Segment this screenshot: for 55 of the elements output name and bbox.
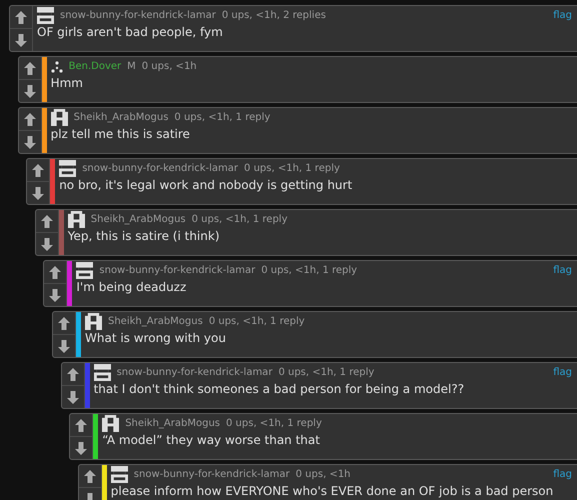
upvote-icon: [58, 316, 70, 330]
downvote-icon: [58, 340, 70, 352]
flag-link[interactable]: flag: [553, 367, 572, 378]
comment-meta: 0 ups, <1h, 1 reply: [208, 316, 305, 327]
flag-link[interactable]: flag: [553, 10, 572, 21]
downvote-icon: [40, 238, 53, 250]
comment-meta: 0 ups, <1h, 2 replies: [222, 10, 326, 21]
comment-text: no bro, it's legal work and nobody is getting hurt: [59, 178, 354, 193]
comment-meta: 0 ups, <1h, 1 reply: [192, 214, 288, 225]
username[interactable]: Sheikh_ArabMogus: [74, 112, 168, 123]
comment-text: What is wrong with you: [85, 331, 227, 346]
comment-meta: 0 ups, <1h: [142, 61, 197, 72]
username[interactable]: snow-bunny-for-kendrick-lamar: [116, 367, 272, 378]
downvote-icon: [75, 442, 88, 454]
comment-text: I'm being deaduzz: [76, 280, 188, 295]
upvote-icon: [24, 62, 36, 74]
comment-text: OF girls aren't bad people, fym: [37, 25, 224, 40]
flag-link[interactable]: flag: [553, 265, 572, 276]
username[interactable]: Sheikh_ArabMogus: [90, 214, 186, 225]
username[interactable]: snow-bunny-for-kendrick-lamar: [82, 163, 238, 174]
username[interactable]: Ben.Dover: [68, 61, 122, 72]
comment-text: Hmm: [50, 76, 84, 91]
comment-meta: 0 ups, <1h: [296, 469, 351, 480]
comment-meta: 0 ups, <1h, 1 reply: [226, 418, 322, 429]
user-tag-label: M: [127, 61, 136, 72]
username[interactable]: snow-bunny-for-kendrick-lamar: [134, 469, 290, 480]
comment-text: Yep, this is satire (i think): [68, 229, 220, 244]
downvote-icon: [49, 288, 62, 302]
username[interactable]: Sheikh_ArabMogus: [108, 316, 203, 327]
upvote-icon: [32, 164, 44, 176]
upvote-icon: [24, 112, 36, 126]
downvote-icon: [32, 186, 44, 200]
upvote-icon: [15, 10, 27, 24]
upvote-icon: [84, 470, 96, 482]
comment-text: please inform how EVERYONE who's EVER done an OF job is a bad person: [110, 484, 554, 499]
comment-meta: 0 ups, <1h, 1 reply: [174, 112, 270, 123]
username[interactable]: Sheikh_ArabMogus: [125, 418, 220, 429]
downvote-icon: [24, 136, 36, 148]
avatar-icon: [50, 60, 63, 72]
upvote-icon: [49, 266, 62, 278]
comment-text: “A model” they way worse than that: [102, 433, 321, 448]
username[interactable]: snow-bunny-for-kendrick-lamar: [99, 265, 256, 276]
downvote-icon: [15, 34, 27, 46]
comment-text: that I don't think someones a bad person for being a model??: [94, 382, 466, 397]
comment-text: plz tell me this is satire: [50, 127, 191, 142]
downvote-icon: [66, 390, 79, 404]
downvote-icon: [24, 84, 36, 98]
upvote-icon: [75, 418, 88, 432]
upvote-icon: [66, 368, 79, 380]
comment-meta: 0 ups, <1h, 1 reply: [244, 163, 340, 174]
upvote-icon: [40, 214, 53, 228]
username[interactable]: snow-bunny-for-kendrick-lamar: [60, 10, 216, 21]
flag-link[interactable]: flag: [553, 469, 572, 480]
comment-meta: 0 ups, <1h, 1 reply: [278, 367, 374, 378]
comment-meta: 0 ups, <1h, 1 reply: [261, 265, 358, 276]
